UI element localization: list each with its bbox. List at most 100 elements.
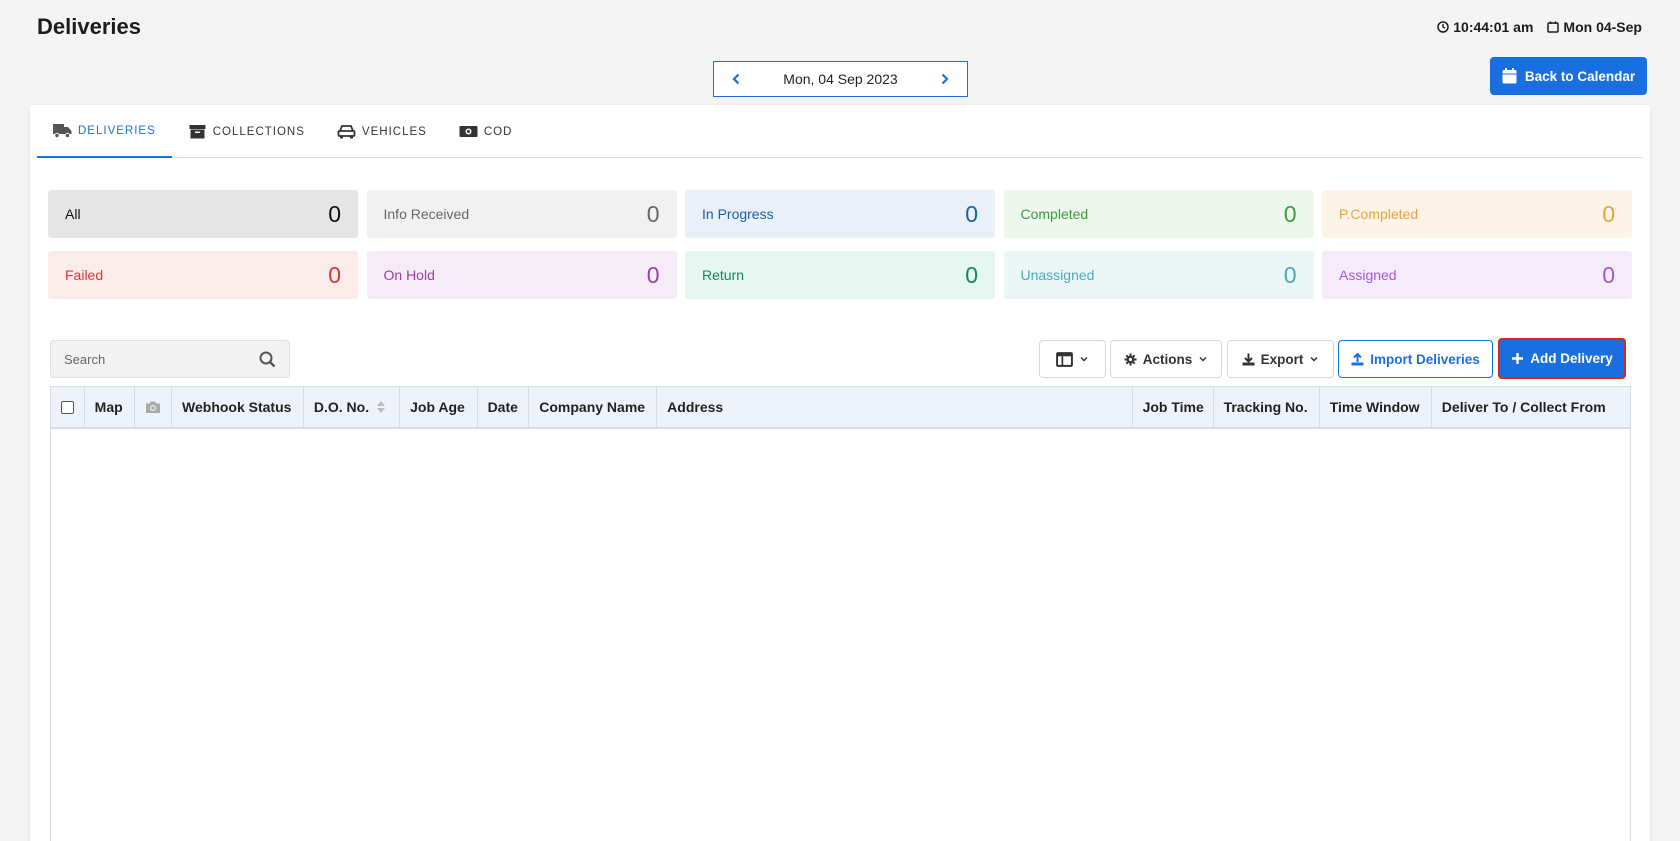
column-header-job-time[interactable]: Job Time — [1133, 387, 1214, 427]
status-card-unassigned[interactable]: Unassigned 0 — [1003, 251, 1314, 299]
status-card-label: Failed — [65, 267, 104, 283]
status-summary-grid: All 0 Info Received 0 In Progress 0 Completed 0… — [48, 190, 1633, 299]
status-card-count: 0 — [1602, 200, 1615, 227]
prev-day-button[interactable] — [728, 71, 744, 87]
status-card-label: Info Received — [383, 206, 470, 222]
tab-deliveries[interactable]: DELIVERIES — [37, 105, 172, 158]
chevron-down-icon — [1310, 356, 1318, 362]
status-card-count: 0 — [1283, 200, 1297, 227]
tab-collections[interactable]: COLLECTIONS — [172, 105, 321, 158]
status-card-on-hold[interactable]: On Hold 0 — [366, 251, 677, 299]
sort-icon[interactable] — [377, 401, 386, 413]
status-card-count: 0 — [965, 200, 978, 227]
column-header-photo — [135, 387, 173, 427]
status-card-completed[interactable]: Completed 0 — [1003, 190, 1314, 238]
column-header-tracking-no[interactable]: Tracking No. — [1214, 387, 1320, 427]
car-icon — [337, 125, 356, 139]
actions-label: Actions — [1142, 351, 1193, 367]
columns-layout-icon — [1056, 351, 1073, 367]
status-card-count: 0 — [1602, 261, 1615, 288]
time-text: 10:44:01 am — [1453, 19, 1534, 35]
status-card-p-completed[interactable]: P.Completed 0 — [1322, 190, 1632, 238]
import-deliveries-button[interactable]: Import Deliveries — [1338, 340, 1493, 378]
tab-vehicles-label: VEHICLES — [361, 125, 427, 138]
truck-icon — [53, 124, 72, 138]
status-card-count: 0 — [646, 200, 660, 227]
chevron-right-icon — [941, 73, 949, 85]
tab-deliveries-label: DELIVERIES — [78, 124, 156, 137]
cash-icon — [459, 126, 478, 137]
page-title: Deliveries — [37, 14, 141, 39]
select-all-checkbox[interactable] — [60, 400, 74, 414]
current-date-label[interactable]: Mon, 04 Sep 2023 — [783, 71, 897, 87]
download-icon — [1242, 353, 1255, 365]
tab-cod[interactable]: COD — [443, 105, 529, 158]
chevron-left-icon — [732, 73, 740, 85]
date-display: Mon 04-Sep — [1547, 19, 1642, 35]
search-icon[interactable] — [259, 351, 276, 368]
search-input[interactable] — [64, 351, 234, 367]
status-card-assigned[interactable]: Assigned 0 — [1322, 251, 1632, 299]
status-card-in-progress[interactable]: In Progress 0 — [685, 190, 995, 238]
select-all-header — [51, 387, 85, 427]
status-card-label: All — [65, 206, 81, 222]
export-label: Export — [1260, 351, 1304, 367]
status-card-label: Assigned — [1339, 267, 1397, 283]
column-header-job-age[interactable]: Job Age — [400, 387, 478, 427]
column-header-webhook-status[interactable]: Webhook Status — [172, 387, 304, 427]
status-card-failed[interactable]: Failed 0 — [48, 251, 358, 299]
search-box — [50, 340, 290, 378]
status-card-count: 0 — [646, 261, 660, 288]
date-navigator: Mon, 04 Sep 2023 — [713, 61, 968, 97]
column-layout-dropdown[interactable] — [1039, 340, 1106, 378]
calendar-icon — [1502, 68, 1517, 84]
header-clock: 10:44:01 am Mon 04-Sep — [1437, 19, 1642, 35]
next-day-button[interactable] — [937, 71, 953, 87]
tab-vehicles[interactable]: VEHICLES — [321, 105, 443, 158]
status-card-label: P.Completed — [1339, 206, 1419, 222]
chevron-down-icon — [1080, 356, 1088, 362]
export-dropdown[interactable]: Export — [1227, 340, 1334, 378]
status-card-count: 0 — [965, 261, 978, 288]
status-card-label: Unassigned — [1020, 267, 1095, 283]
status-card-label: Completed — [1020, 206, 1089, 222]
status-card-label: On Hold — [383, 267, 435, 283]
plus-icon — [1512, 353, 1524, 364]
add-delivery-label: Add Delivery — [1530, 351, 1613, 366]
column-header-do-no[interactable]: D.O. No. — [304, 387, 401, 427]
add-delivery-button[interactable]: Add Delivery — [1498, 338, 1626, 379]
gear-icon — [1124, 353, 1137, 365]
camera-icon — [146, 401, 161, 413]
status-card-return[interactable]: Return 0 — [685, 251, 995, 299]
tab-bar: DELIVERIES COLLECTIONS VEHICLES COD — [37, 105, 1643, 158]
status-card-count: 0 — [1283, 261, 1297, 288]
column-header-map[interactable]: Map — [85, 387, 136, 427]
back-to-calendar-button[interactable]: Back to Calendar — [1490, 57, 1647, 95]
back-to-calendar-label: Back to Calendar — [1524, 68, 1636, 84]
upload-icon — [1351, 352, 1364, 365]
status-card-label: In Progress — [702, 206, 774, 222]
calendar-outline-icon — [1547, 21, 1560, 33]
status-card-all[interactable]: All 0 — [48, 190, 358, 238]
chevron-down-icon — [1199, 356, 1207, 362]
status-card-count: 0 — [328, 200, 341, 227]
tab-cod-label: COD — [483, 125, 513, 138]
column-header-deliver-to[interactable]: Deliver To / Collect From — [1432, 387, 1630, 427]
deliveries-card: DELIVERIES COLLECTIONS VEHICLES COD All 0… — [30, 105, 1650, 841]
deliveries-table: Map Webhook Status D.O. No. Job Age Date… — [50, 386, 1631, 841]
status-card-label: Return — [702, 267, 745, 283]
import-deliveries-label: Import Deliveries — [1370, 351, 1480, 367]
column-header-address[interactable]: Address — [657, 387, 1133, 427]
clock-icon — [1437, 21, 1449, 33]
tab-collections-label: COLLECTIONS — [212, 125, 305, 138]
column-header-date[interactable]: Date — [478, 387, 530, 427]
actions-dropdown[interactable]: Actions — [1110, 340, 1222, 378]
archive-box-icon — [189, 125, 206, 139]
column-header-time-window[interactable]: Time Window — [1320, 387, 1432, 427]
status-card-info-received[interactable]: Info Received 0 — [366, 190, 677, 238]
status-card-count: 0 — [328, 261, 341, 288]
date-text: Mon 04-Sep — [1563, 19, 1642, 35]
time-display: 10:44:01 am — [1437, 19, 1533, 35]
column-header-company-name[interactable]: Company Name — [529, 387, 658, 427]
table-header-row: Map Webhook Status D.O. No. Job Age Date… — [51, 387, 1630, 429]
